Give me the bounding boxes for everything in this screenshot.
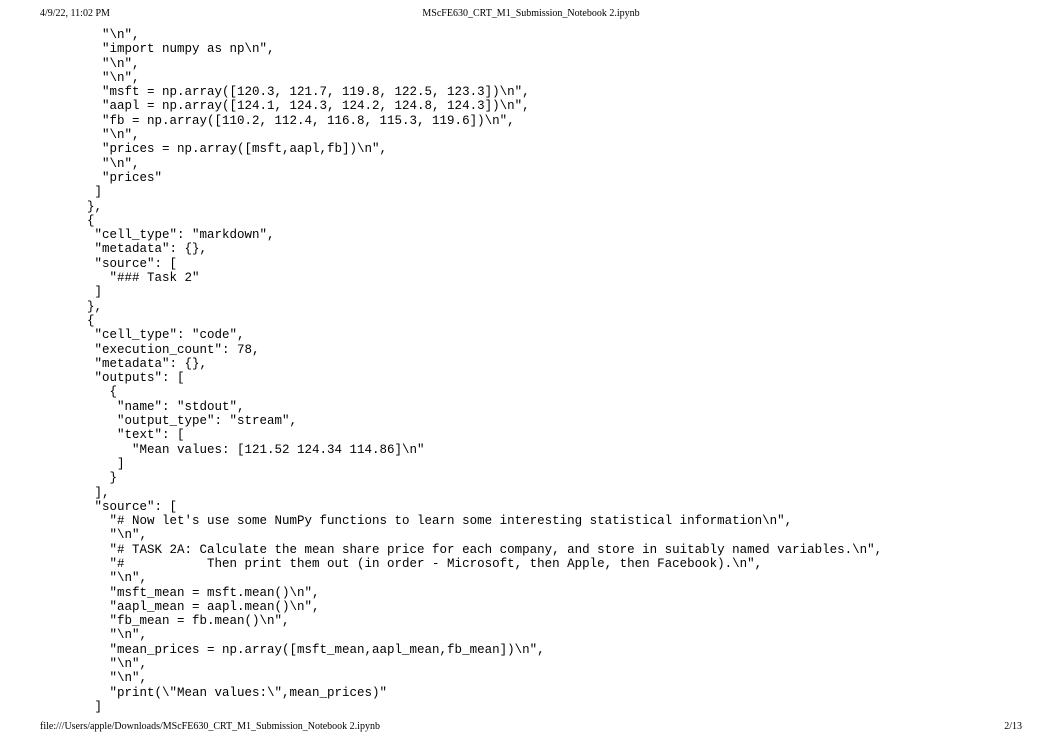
footer-filepath: file:///Users/apple/Downloads/MScFE630_C… — [40, 721, 380, 732]
header-timestamp: 4/9/22, 11:02 PM — [40, 8, 110, 19]
footer-page-number: 2/13 — [1004, 721, 1022, 732]
notebook-json-content: "\n", "import numpy as np\n", "\n", "\n"… — [72, 28, 882, 714]
header-title: MScFE630_CRT_M1_Submission_Notebook 2.ip… — [422, 8, 639, 19]
